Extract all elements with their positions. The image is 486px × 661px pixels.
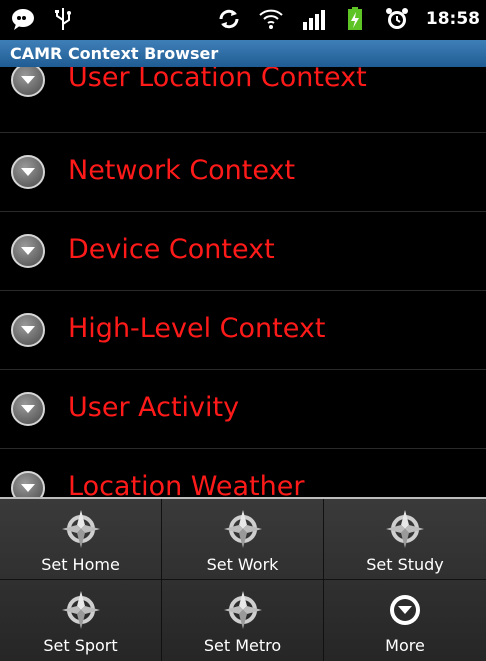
expand-icon	[11, 67, 45, 97]
compass-icon	[224, 591, 262, 629]
set-study-label: Set Study	[366, 555, 444, 574]
set-home-label: Set Home	[41, 555, 120, 574]
compass-icon	[62, 591, 100, 629]
expand-icon	[11, 471, 45, 497]
list-item-user-activity[interactable]: User Activity	[0, 370, 486, 449]
set-sport-label: Set Sport	[43, 636, 118, 655]
set-work-label: Set Work	[206, 555, 279, 574]
set-sport-button[interactable]: Set Sport	[0, 580, 162, 661]
set-study-button[interactable]: Set Study	[324, 499, 486, 580]
list-item-network-context[interactable]: Network Context	[0, 133, 486, 212]
chat-icon	[12, 9, 34, 30]
alarm-icon	[385, 8, 408, 29]
set-work-button[interactable]: Set Work	[162, 499, 324, 580]
status-bar: 18:58	[0, 0, 486, 40]
options-menu: Set Home Set Work Set Study Set Sport Se…	[0, 497, 486, 661]
list-item-label: User Activity	[68, 392, 240, 423]
clock: 18:58	[425, 9, 480, 29]
list-item-high-level-context[interactable]: High-Level Context	[0, 291, 486, 370]
sync-icon	[219, 9, 239, 29]
battery-charging-icon	[347, 7, 362, 30]
list-item-label: User Location Context	[68, 67, 367, 93]
usb-icon	[55, 8, 71, 30]
wifi-icon	[259, 9, 283, 29]
list-item-label: Network Context	[68, 155, 296, 186]
more-icon	[390, 595, 420, 625]
expand-icon	[11, 313, 45, 347]
list-item-label: High-Level Context	[68, 313, 326, 344]
signal-icon	[302, 10, 325, 30]
list-item-label: Location Weather	[68, 471, 305, 497]
compass-icon	[386, 510, 424, 548]
list-item-location-weather[interactable]: Location Weather	[0, 449, 486, 497]
set-metro-label: Set Metro	[203, 636, 282, 655]
list-item-device-context[interactable]: Device Context	[0, 212, 486, 291]
more-button[interactable]: More	[324, 580, 486, 661]
app-title: CAMR Context Browser	[0, 40, 486, 67]
expand-icon	[11, 155, 45, 189]
list-item-user-location-context[interactable]: User Location Context	[0, 67, 486, 133]
set-home-button[interactable]: Set Home	[0, 499, 162, 580]
compass-icon	[62, 510, 100, 548]
list-item-label: Device Context	[68, 234, 275, 265]
expand-icon	[11, 392, 45, 426]
set-metro-button[interactable]: Set Metro	[162, 580, 324, 661]
more-label: More	[385, 636, 425, 655]
context-list: User Location Context Network Context De…	[0, 67, 486, 497]
expand-icon	[11, 234, 45, 268]
compass-icon	[224, 510, 262, 548]
